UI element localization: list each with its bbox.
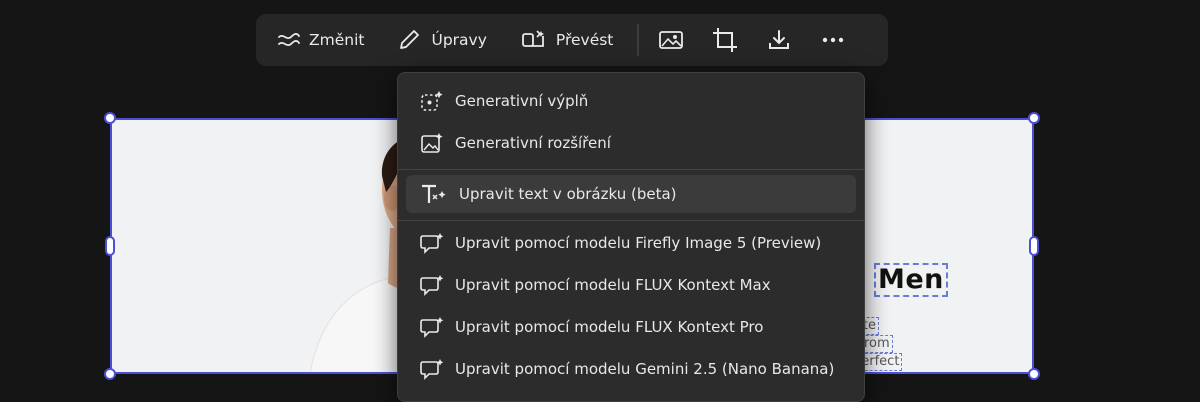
convert-button[interactable]: Převést	[507, 20, 628, 60]
convert-label: Převést	[555, 31, 614, 49]
ai-edit-icon	[420, 359, 444, 380]
edit-text-icon	[422, 184, 446, 203]
change-label: Změnit	[309, 31, 365, 49]
image-icon	[659, 31, 684, 49]
resize-handle-top-right[interactable]	[1028, 112, 1040, 124]
change-button[interactable]: Změnit	[264, 20, 378, 60]
menu-item-gemini-2-5[interactable]: Upravit pomocí modelu Gemini 2.5 (Nano B…	[406, 350, 856, 388]
ai-edit-icon	[420, 275, 444, 296]
edit-button[interactable]: Úpravy	[384, 20, 500, 60]
ai-edit-icon	[420, 233, 444, 254]
image-button[interactable]	[649, 20, 693, 60]
menu-item-label: Generativní výplň	[455, 92, 589, 110]
menu-item-label: Upravit pomocí modelu FLUX Kontext Pro	[455, 318, 764, 336]
resize-handle-top-left[interactable]	[104, 112, 116, 124]
menu-divider	[398, 169, 864, 170]
edit-dropdown-menu: Generativní výplň Generativní rozšíření …	[397, 72, 865, 402]
edit-label: Úpravy	[431, 31, 487, 49]
menu-item-label: Upravit text v obrázku (beta)	[459, 185, 677, 203]
crop-icon	[713, 28, 738, 52]
resize-handle-right[interactable]	[1029, 236, 1039, 256]
floating-toolbar: Změnit Úpravy Převést	[256, 14, 888, 66]
wave-icon	[278, 32, 300, 47]
menu-item-flux-kontext-pro[interactable]: Upravit pomocí modelu FLUX Kontext Pro	[406, 308, 856, 346]
menu-item-label: Upravit pomocí modelu Gemini 2.5 (Nano B…	[455, 360, 835, 378]
ai-edit-icon	[420, 317, 444, 338]
download-button[interactable]	[757, 20, 801, 60]
menu-item-label: Generativní rozšíření	[455, 134, 611, 152]
menu-divider	[398, 220, 864, 221]
pencil-icon	[400, 30, 420, 49]
resize-handle-bottom-left[interactable]	[104, 368, 116, 380]
menu-item-edit-text[interactable]: Upravit text v obrázku (beta)	[406, 175, 856, 213]
menu-item-firefly-image-5[interactable]: Upravit pomocí modelu Firefly Image 5 (P…	[406, 224, 856, 262]
resize-handle-left[interactable]	[105, 236, 115, 256]
menu-item-generative-fill[interactable]: Generativní výplň	[406, 82, 856, 120]
generative-expand-icon	[421, 133, 443, 153]
more-button[interactable]	[811, 20, 855, 60]
image-headline-text[interactable]: Men	[874, 263, 948, 297]
menu-item-flux-kontext-max[interactable]: Upravit pomocí modelu FLUX Kontext Max	[406, 266, 856, 304]
download-icon	[769, 30, 790, 49]
menu-item-label: Upravit pomocí modelu FLUX Kontext Max	[455, 276, 771, 294]
resize-handle-bottom-right[interactable]	[1028, 368, 1040, 380]
menu-item-generative-expand[interactable]: Generativní rozšíření	[406, 124, 856, 162]
toolbar-divider	[637, 24, 640, 56]
crop-button[interactable]	[703, 20, 747, 60]
menu-item-label: Upravit pomocí modelu Firefly Image 5 (P…	[455, 234, 822, 252]
convert-icon	[521, 30, 544, 47]
generative-fill-icon	[421, 91, 443, 111]
more-icon	[823, 37, 844, 43]
